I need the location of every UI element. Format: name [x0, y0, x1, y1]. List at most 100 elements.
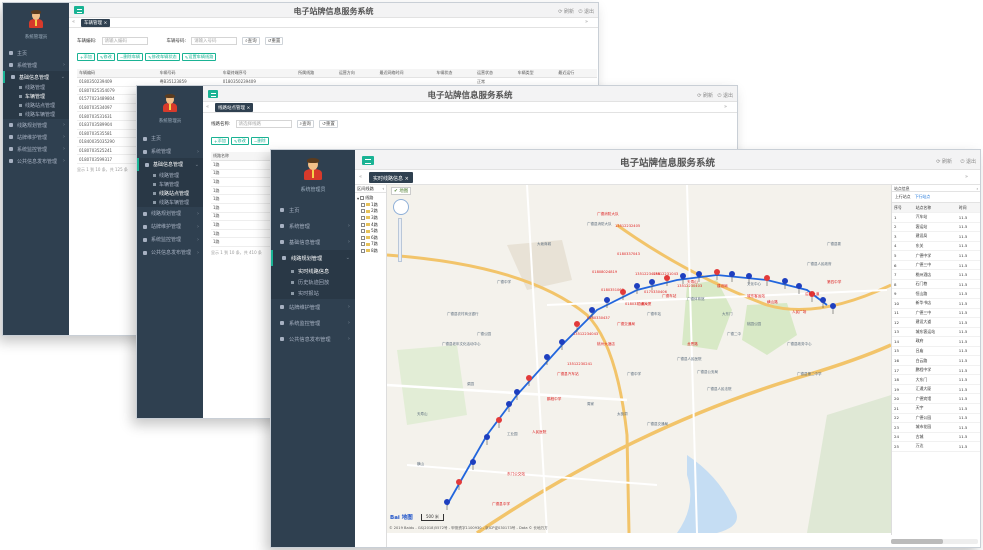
route-tree-item[interactable]: 3路	[355, 214, 386, 221]
route-tree-item[interactable]: 7路	[355, 241, 386, 248]
menu-route-plan[interactable]: 线路规划管理 ⌄	[271, 250, 355, 266]
table-row[interactable]: 4 东关 11.5	[892, 241, 980, 252]
change-status-button[interactable]: ✎ 修改车辆状态	[145, 53, 180, 61]
menu-publish[interactable]: 公共信息发布管理 ›	[271, 331, 355, 347]
route-tree-item[interactable]: 1路	[355, 201, 386, 208]
table-row[interactable]: 2 客运站 11.5	[892, 222, 980, 233]
map-view[interactable]: 13512232405 01808024819 0180351063 01803354…	[387, 185, 891, 533]
menu-system[interactable]: 系统管理 ›	[137, 145, 203, 158]
menu-basic-info[interactable]: 基础信息管理 ⌄	[137, 158, 203, 171]
table-row[interactable]: 12 建设大道 11.5	[892, 317, 980, 328]
menu-system[interactable]: 系统管理 ›	[271, 218, 355, 234]
close-icon[interactable]: ×	[103, 21, 107, 26]
close-icon[interactable]: ×	[246, 106, 250, 111]
table-row[interactable]: 1路	[211, 194, 273, 204]
table-row[interactable]: 1路	[211, 169, 273, 179]
add-button[interactable]: + 添加	[77, 53, 95, 61]
reset-button[interactable]: ↺ 重置	[319, 120, 338, 128]
logout-button[interactable]: ⏻ 退出	[578, 8, 594, 15]
menu-publish[interactable]: 公共信息发布管理 ›	[137, 246, 203, 259]
route-tree-root[interactable]: ▾ 线路	[355, 193, 386, 201]
submenu-route-station[interactable]: 线路站点管理	[137, 189, 203, 198]
refresh-button[interactable]: ⟳ 刷新	[697, 92, 713, 99]
edit-button[interactable]: ✎ 修改	[230, 137, 249, 145]
tab-scroll-right-icon[interactable]: »	[965, 174, 968, 180]
search-button[interactable]: ⌕ 查询	[242, 37, 260, 45]
tab-upbound[interactable]: 上行站点	[895, 194, 911, 200]
menu-publish[interactable]: 公共信息发布管理 ›	[3, 155, 69, 167]
column-header[interactable]: 运营方向	[336, 69, 378, 78]
table-row[interactable]: 6 广德三中 11.5	[892, 260, 980, 271]
submenu-realtime-route[interactable]: 实时线路信息	[271, 266, 355, 277]
checkbox[interactable]	[361, 209, 365, 214]
table-row[interactable]: 11 广德三中 11.5	[892, 308, 980, 319]
submenu-route[interactable]: 线路管理	[137, 171, 203, 180]
table-row[interactable]: 15 吕庙 11.5	[892, 346, 980, 357]
table-row[interactable]: 1路	[211, 220, 273, 230]
submenu-route-vehicle[interactable]: 线路车辆管理	[137, 198, 203, 207]
table-row[interactable]: 24 古城 11.5	[892, 432, 980, 443]
checkbox[interactable]	[361, 215, 365, 220]
menu-station[interactable]: 站牌维护管理 ›	[3, 131, 69, 143]
tab-downbound[interactable]: 下行站点	[915, 194, 931, 200]
refresh-button[interactable]: ⟳ 刷新	[936, 158, 952, 165]
submenu-route-vehicle[interactable]: 线路车辆管理	[3, 110, 69, 119]
reset-button[interactable]: ↺ 重置	[264, 37, 284, 45]
table-row[interactable]: 22 广德公园 11.5	[892, 413, 980, 424]
user-name[interactable]: 系统管理员	[25, 34, 48, 40]
checkbox[interactable]	[361, 248, 365, 253]
tab-realtime-route[interactable]: 实时线路信息 ×	[369, 172, 413, 183]
map-canvas[interactable]: 1351223240501808024819018035106301803354…	[387, 185, 891, 533]
table-row[interactable]: 21 天宇 11.5	[892, 403, 980, 414]
delete-vehicle-button[interactable]: − 删除车辆	[116, 53, 144, 61]
menu-basic-info[interactable]: 基础信息管理 ⌄	[3, 71, 69, 83]
submenu-realtime-announce[interactable]: 实时报站	[271, 288, 355, 299]
add-button[interactable]: + 添加	[211, 137, 229, 145]
table-row[interactable]: 9 恒山路 11.5	[892, 288, 980, 299]
tab-scroll-left-icon[interactable]: «	[359, 174, 362, 180]
submenu-route-station[interactable]: 线路站点管理	[3, 101, 69, 110]
table-row[interactable]: 25 万达 11.5	[892, 441, 980, 452]
table-row[interactable]: 1路	[211, 177, 273, 187]
table-row[interactable]: 3 建设局 11.5	[892, 231, 980, 242]
refresh-button[interactable]: ⟳ 刷新	[558, 8, 574, 15]
collapse-icon[interactable]: ›	[976, 186, 978, 191]
route-tree-item[interactable]: 5路	[355, 227, 386, 234]
menu-basic-info[interactable]: 基础信息管理 ›	[271, 234, 355, 250]
route-tree-item[interactable]: 8路	[355, 247, 386, 254]
column-header[interactable]: 所属线路	[296, 69, 337, 78]
column-header[interactable]: 车辆状态	[434, 69, 475, 78]
menu-home[interactable]: 主页	[271, 202, 355, 218]
column-header[interactable]: 车载终端序号	[220, 69, 297, 78]
table-row[interactable]: 1路	[211, 229, 273, 239]
edit-button[interactable]: ✎ 修改	[96, 53, 115, 61]
column-header[interactable]: 车辆编码	[77, 69, 158, 78]
vehicle-code-input[interactable]: 请输入编码	[101, 37, 148, 45]
column-header[interactable]: 最近运行	[556, 69, 597, 78]
route-tree-item[interactable]: 4路	[355, 221, 386, 228]
menu-route-plan[interactable]: 线路规划管理 ›	[137, 207, 203, 220]
table-row[interactable]: 13 城东客运站 11.5	[892, 327, 980, 338]
collapse-icon[interactable]: ‹	[382, 186, 384, 191]
submenu-vehicle[interactable]: 车辆管理	[137, 180, 203, 189]
checkbox[interactable]	[361, 202, 365, 207]
checkbox[interactable]	[361, 235, 365, 240]
table-row[interactable]: 20 广德宾馆 11.5	[892, 393, 980, 404]
table-row[interactable]: 1路	[211, 237, 273, 247]
tab-scroll-left-icon[interactable]: «	[72, 19, 75, 25]
column-header[interactable]: 车辆号码	[157, 69, 221, 78]
logout-button[interactable]: ⏻ 退出	[960, 158, 976, 165]
route-tree-item[interactable]: 2路	[355, 208, 386, 215]
user-name[interactable]: 系统管理员	[300, 186, 325, 193]
vehicle-number-input[interactable]: 请输入号码	[191, 37, 238, 45]
menu-route-plan[interactable]: 线路规划管理 ›	[3, 119, 69, 131]
menu-home[interactable]: 主页	[3, 47, 69, 59]
menu-station[interactable]: 站牌维护管理 ›	[137, 220, 203, 233]
menu-home[interactable]: 主页	[137, 132, 203, 145]
column-header[interactable]: 车辆类型	[515, 69, 557, 78]
tab-scroll-right-icon[interactable]: »	[585, 19, 588, 25]
submenu-history-track[interactable]: 历史轨迹回放	[271, 277, 355, 288]
tab-scroll-left-icon[interactable]: «	[206, 104, 209, 110]
column-header[interactable]: 最近网络时间	[377, 69, 435, 78]
table-row[interactable]: 1路	[211, 203, 273, 213]
